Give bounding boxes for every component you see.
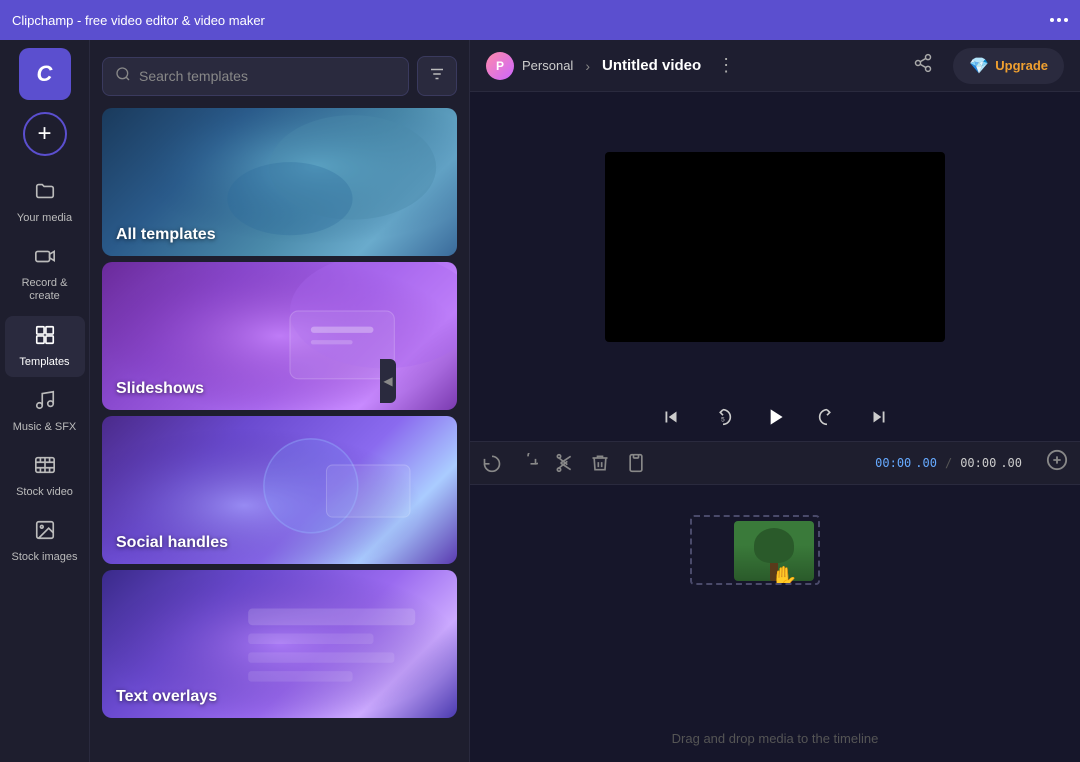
sidebar-item-label: Stock video (16, 486, 73, 499)
more-menu-button[interactable] (1050, 18, 1068, 22)
sidebar-item-your-media[interactable]: Your media (5, 172, 85, 233)
camera-icon (34, 245, 56, 273)
collapse-panel-button[interactable]: ◀ (380, 359, 396, 403)
templates-icon (34, 324, 56, 352)
diamond-icon: 💎 (969, 56, 989, 76)
template-card-label: Text overlays (116, 688, 217, 706)
sidebar-item-templates[interactable]: Templates (5, 316, 85, 377)
editor-header: P Personal › Untitled video ⋮ 💎 Upgrade (470, 40, 1080, 92)
topbar: Clipchamp - free video editor & video ma… (0, 0, 1080, 40)
personal-label: Personal (522, 58, 573, 73)
search-icon (115, 66, 131, 87)
undo-button[interactable] (482, 453, 502, 473)
sidebar-item-record-create[interactable]: Record & create (5, 237, 85, 311)
collapse-icon: ◀ (383, 374, 392, 388)
svg-text:5: 5 (721, 417, 725, 424)
film-icon (34, 454, 56, 482)
sidebar-item-label: Your media (17, 212, 72, 225)
image-icon (34, 519, 56, 547)
forward-button[interactable] (811, 401, 843, 433)
sidebar-item-label: Music & SFX (13, 421, 77, 434)
add-icon: + (37, 122, 51, 146)
template-card-label: Slideshows (116, 380, 204, 398)
drop-hint: Drag and drop media to the timeline (672, 731, 879, 746)
total-ms: .00 (1000, 456, 1022, 470)
upgrade-button[interactable]: 💎 Upgrade (953, 48, 1064, 84)
template-list: All templates (90, 108, 469, 762)
template-card-label: Social handles (116, 534, 228, 552)
current-ms: .00 (915, 456, 937, 470)
preview-area (470, 92, 1080, 393)
template-card-slideshows[interactable]: Slideshows (102, 262, 457, 410)
sidebar-item-stock-video[interactable]: Stock video (5, 446, 85, 507)
timeline-area: ✋ Drag and drop media to the timeline (470, 485, 1080, 762)
search-input[interactable] (139, 68, 396, 84)
add-button[interactable]: + (23, 112, 67, 156)
timecode-display: 00:00 .00 / 00:00 .00 (875, 456, 1022, 470)
music-icon (34, 389, 56, 417)
avatar: P (486, 52, 514, 80)
personal-nav[interactable]: P Personal (486, 52, 573, 80)
upgrade-label: Upgrade (995, 58, 1048, 73)
folder-icon (34, 180, 56, 208)
title-menu-button[interactable]: ⋮ (717, 55, 735, 76)
current-time: 00:00 (875, 456, 911, 470)
share-button[interactable] (913, 53, 933, 78)
sidebar-item-label: Templates (19, 356, 69, 369)
timeline-toolbar: 00:00 .00 / 00:00 .00 (470, 441, 1080, 485)
sidebar-item-music-sfx[interactable]: Music & SFX (5, 381, 85, 442)
breadcrumb-arrow: › (585, 58, 590, 74)
cut-button[interactable] (554, 453, 574, 473)
redo-button[interactable] (518, 453, 538, 473)
skip-forward-button[interactable] (863, 401, 895, 433)
sidebar-item-label: Record & create (9, 277, 81, 303)
video-player (605, 152, 945, 342)
template-card-all-templates[interactable]: All templates (102, 108, 457, 256)
timeline-clip[interactable]: ✋ (690, 515, 820, 585)
template-card-text-overlays[interactable]: Text overlays (102, 570, 457, 718)
skip-back-button[interactable] (655, 401, 687, 433)
template-card-social-handles[interactable]: Social handles (102, 416, 457, 564)
play-button[interactable] (759, 401, 791, 433)
sidebar: C + Your media Record & create Templates (0, 40, 90, 762)
clip-container: ✋ (690, 515, 820, 585)
sidebar-item-stock-images[interactable]: Stock images (5, 511, 85, 572)
total-time: 00:00 (960, 456, 996, 470)
add-track-button[interactable] (1046, 449, 1068, 477)
templates-panel: All templates (90, 40, 470, 762)
clipboard-button[interactable] (626, 453, 646, 473)
main-layout: C + Your media Record & create Templates (0, 40, 1080, 762)
app-title: Clipchamp - free video editor & video ma… (12, 13, 265, 28)
filter-icon (428, 65, 446, 88)
video-title[interactable]: Untitled video (602, 57, 701, 74)
playback-controls: 5 (470, 393, 1080, 441)
search-area (90, 40, 469, 108)
sidebar-item-label: Stock images (11, 551, 77, 564)
tree-crown (754, 528, 794, 563)
template-card-label: All templates (116, 226, 216, 244)
delete-button[interactable] (590, 453, 610, 473)
filter-button[interactable] (417, 56, 457, 96)
time-separator: / (945, 456, 952, 470)
drag-cursor-icon: ✋ (771, 565, 798, 585)
rewind-button[interactable]: 5 (707, 401, 739, 433)
logo-letter: C (37, 61, 53, 87)
editor-area: P Personal › Untitled video ⋮ 💎 Upgrade (470, 40, 1080, 762)
search-box (102, 57, 409, 96)
logo: C (19, 48, 71, 100)
